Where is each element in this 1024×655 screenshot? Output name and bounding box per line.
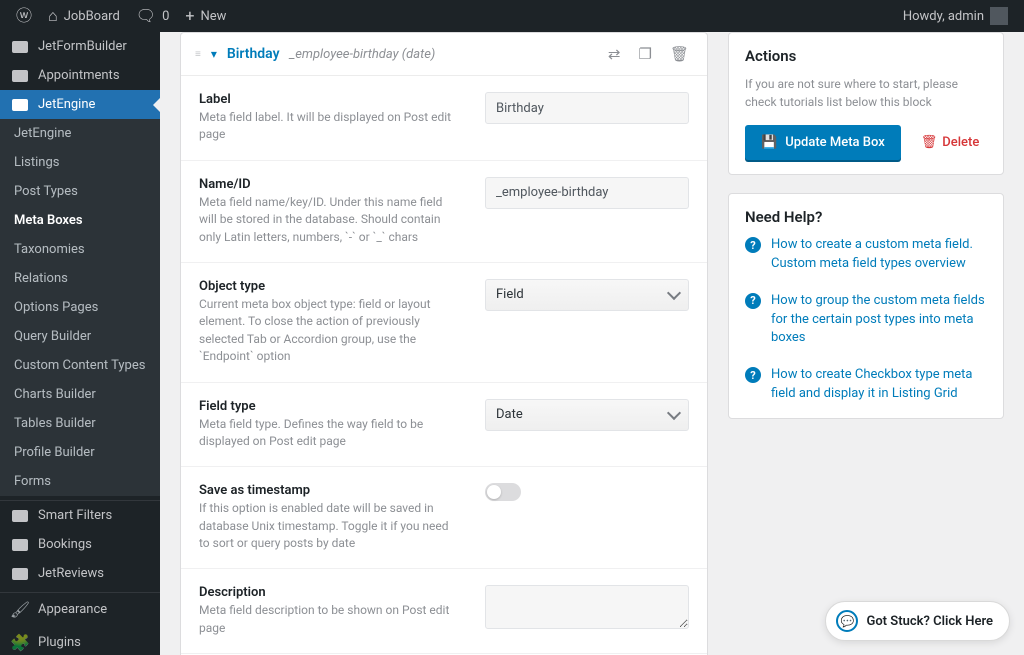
site-name: JobBoard: [64, 9, 120, 24]
sidebar-sub-forms[interactable]: Forms: [0, 467, 160, 496]
help-panel: Need Help? ?How to create a custom meta …: [728, 193, 1004, 419]
row-desc: Current meta box object type: field or l…: [199, 296, 461, 366]
row-field-type: Field type Meta field type. Defines the …: [181, 383, 707, 468]
sidebar-item-jetreviews[interactable]: JetReviews: [0, 559, 160, 588]
sidebar-sub-taxonomies[interactable]: Taxonomies: [0, 235, 160, 264]
shuffle-icon[interactable]: ⇄: [604, 45, 625, 63]
row-title: Object type: [199, 279, 461, 294]
row-title: Name/ID: [199, 177, 461, 192]
meta-field-header: ≡ ▾ Birthday _employee-birthday (date) ⇄…: [181, 33, 707, 76]
sidebar-item-appointments[interactable]: Appointments: [0, 61, 160, 90]
trash-icon[interactable]: 🗑: [666, 45, 693, 63]
new-content-link[interactable]: + New: [177, 0, 234, 32]
plugin-icon: [10, 99, 30, 111]
plus-icon: +: [185, 8, 194, 24]
sidebar-sub-tablesbuilder[interactable]: Tables Builder: [0, 409, 160, 438]
object-type-select[interactable]: Field: [485, 279, 689, 311]
sidebar-item-jetformbuilder[interactable]: JetFormBuilder: [0, 32, 160, 61]
chat-icon: 💬: [836, 610, 858, 632]
account-link[interactable]: Howdy, admin: [895, 0, 1016, 32]
meta-field-title[interactable]: Birthday: [227, 46, 280, 62]
sidebar-sub-posttypes[interactable]: Post Types: [0, 177, 160, 206]
sidebar-sub-relations[interactable]: Relations: [0, 264, 160, 293]
admin-bar: ⓦ ⌂JobBoard 🗨0 +New Howdy, admin: [0, 0, 1024, 32]
question-icon: ?: [745, 293, 761, 309]
sidebar-sub-optionspages[interactable]: Options Pages: [0, 293, 160, 322]
comment-icon: 🗨: [136, 8, 156, 24]
delete-button[interactable]: 🗑Delete: [921, 135, 980, 150]
home-icon: ⌂: [48, 8, 58, 24]
field-type-select[interactable]: Date: [485, 399, 689, 431]
save-icon: 💾: [761, 135, 777, 150]
help-heading: Need Help?: [745, 208, 987, 226]
comments-link[interactable]: 🗨0: [128, 0, 178, 32]
new-label: New: [200, 9, 226, 24]
howdy-text: Howdy, admin: [903, 9, 984, 24]
actions-hint: If you are not sure where to start, plea…: [745, 75, 987, 111]
wordpress-icon: ⓦ: [16, 8, 32, 24]
timestamp-toggle[interactable]: [485, 483, 521, 501]
sidebar-sub-querybuilder[interactable]: Query Builder: [0, 322, 160, 351]
help-link[interactable]: ?How to group the custom meta fields for…: [745, 292, 987, 349]
plugin-icon: [10, 539, 30, 551]
description-textarea[interactable]: [485, 585, 689, 629]
actions-heading: Actions: [745, 47, 987, 65]
site-name-link[interactable]: ⌂ JobBoard: [40, 0, 128, 32]
row-desc: If this option is enabled date will be s…: [199, 500, 461, 552]
row-description: Description Meta field description to be…: [181, 569, 707, 654]
plugin-icon: [10, 568, 30, 580]
wp-logo[interactable]: ⓦ: [8, 0, 40, 32]
row-label: Label Meta field label. It will be displ…: [181, 76, 707, 161]
meta-field-slug: _employee-birthday (date): [290, 47, 436, 62]
row-desc: Meta field type. Defines the way field t…: [199, 416, 461, 451]
row-object-type: Object type Current meta box object type…: [181, 263, 707, 383]
row-desc: Meta field name/key/ID. Under this name …: [199, 194, 461, 246]
question-icon: ?: [745, 237, 761, 253]
label-input[interactable]: [485, 92, 689, 124]
sidebar-item-plugins[interactable]: 🧩Plugins: [0, 626, 160, 655]
avatar: [990, 7, 1008, 25]
collapse-toggle[interactable]: ▾: [211, 47, 217, 61]
appearance-icon: 🖌: [10, 600, 30, 619]
row-desc: Meta field description to be shown on Po…: [199, 602, 461, 637]
row-title: Label: [199, 92, 461, 107]
admin-sidebar: JetFormBuilder Appointments JetEngine Je…: [0, 32, 160, 655]
question-icon: ?: [745, 367, 761, 383]
help-link[interactable]: ?How to create a custom meta field. Cust…: [745, 236, 987, 274]
row-desc: Meta field label. It will be displayed o…: [199, 109, 461, 144]
drag-handle-icon[interactable]: ≡: [195, 53, 201, 56]
trash-icon: 🗑: [921, 135, 938, 150]
help-chat-button[interactable]: 💬 Got Stuck? Click Here: [825, 601, 1010, 641]
copy-icon[interactable]: ❐: [635, 45, 656, 63]
sidebar-item-appearance[interactable]: 🖌Appearance: [0, 593, 160, 626]
plugin-icon: [10, 70, 30, 82]
sidebar-sub-profilebuilder[interactable]: Profile Builder: [0, 438, 160, 467]
actions-panel: Actions If you are not sure where to sta…: [728, 32, 1004, 175]
sidebar-sub-metaboxes[interactable]: Meta Boxes: [0, 206, 160, 235]
plugins-icon: 🧩: [10, 633, 30, 652]
update-meta-box-button[interactable]: 💾Update Meta Box: [745, 125, 901, 160]
plugin-icon: [10, 510, 30, 522]
row-timestamp: Save as timestamp If this option is enab…: [181, 467, 707, 569]
row-title: Description: [199, 585, 461, 600]
sidebar-sub-chartsbuilder[interactable]: Charts Builder: [0, 380, 160, 409]
sidebar-item-smartfilters[interactable]: Smart Filters: [0, 501, 160, 530]
row-title: Field type: [199, 399, 461, 414]
name-input[interactable]: [485, 177, 689, 209]
sidebar-sub-listings[interactable]: Listings: [0, 148, 160, 177]
help-link[interactable]: ?How to create Checkbox type meta field …: [745, 366, 987, 404]
sidebar-item-jetengine[interactable]: JetEngine: [0, 90, 160, 119]
plugin-icon: [10, 41, 30, 53]
row-title: Save as timestamp: [199, 483, 461, 498]
sidebar-item-bookings[interactable]: Bookings: [0, 530, 160, 559]
sidebar-sub-cct[interactable]: Custom Content Types: [0, 351, 160, 380]
row-name: Name/ID Meta field name/key/ID. Under th…: [181, 161, 707, 263]
comments-count: 0: [162, 9, 169, 24]
sidebar-sub-jetengine[interactable]: JetEngine: [0, 119, 160, 148]
meta-field-card: ≡ ▾ Birthday _employee-birthday (date) ⇄…: [180, 32, 708, 655]
